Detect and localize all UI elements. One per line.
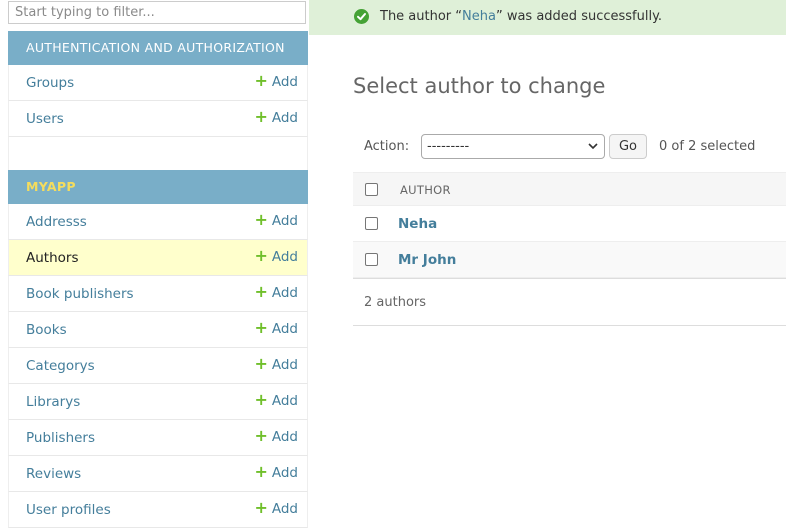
add-user-profiles-link[interactable]: + Add <box>254 498 298 518</box>
plus-icon: + <box>254 390 268 409</box>
add-librarys-link[interactable]: + Add <box>254 390 298 410</box>
selected-count: 0 of 2 selected <box>659 139 756 154</box>
section-title: AUTHENTICATION AND AUTHORIZATION <box>26 40 285 55</box>
add-books-link[interactable]: + Add <box>254 318 298 338</box>
sidebar-item-books: Books + Add <box>8 312 308 348</box>
sidebar-item-label[interactable]: Librarys <box>26 394 80 410</box>
sidebar-item-user-profiles: User profiles + Add <box>8 492 308 528</box>
add-publishers-link[interactable]: + Add <box>254 426 298 446</box>
sidebar-item-authors: Authors + Add <box>8 240 308 276</box>
sidebar-spacer <box>8 137 308 170</box>
sidebar-item-label[interactable]: Publishers <box>26 430 95 446</box>
table-row: Mr John <box>353 242 786 278</box>
sidebar-item-publishers: Publishers + Add <box>8 420 308 456</box>
sidebar-item-label[interactable]: Groups <box>26 75 74 91</box>
result-count: 2 authors <box>364 295 427 310</box>
sidebar-item-reviews: Reviews + Add <box>8 456 308 492</box>
add-categorys-link[interactable]: + Add <box>254 354 298 374</box>
add-reviews-link[interactable]: + Add <box>254 462 298 482</box>
section-header-auth[interactable]: AUTHENTICATION AND AUTHORIZATION <box>8 31 308 65</box>
sidebar-item-addresss: Addresss + Add <box>8 204 308 240</box>
sidebar-item-label[interactable]: Book publishers <box>26 286 134 302</box>
nav-sidebar: AUTHENTICATION AND AUTHORIZATION Groups … <box>0 0 309 529</box>
sidebar-item-label[interactable]: Reviews <box>26 466 81 482</box>
add-authors-link[interactable]: + Add <box>254 246 298 266</box>
action-select[interactable]: --------- <box>421 134 605 159</box>
go-button[interactable]: Go <box>609 134 647 159</box>
select-all-checkbox[interactable] <box>365 183 378 196</box>
add-book-publishers-link[interactable]: + Add <box>254 282 298 302</box>
sidebar-item-book-publishers: Book publishers + Add <box>8 276 308 312</box>
plus-icon: + <box>254 282 268 301</box>
plus-icon: + <box>254 318 268 337</box>
table-header: AUTHOR <box>353 172 786 206</box>
add-groups-link[interactable]: + Add <box>254 71 298 91</box>
sidebar-item-label[interactable]: Books <box>26 322 67 338</box>
table-row: Neha <box>353 206 786 242</box>
plus-icon: + <box>254 462 268 481</box>
nav-filter-input[interactable] <box>8 1 306 24</box>
sidebar-item-label[interactable]: Addresss <box>26 214 87 230</box>
plus-icon: + <box>254 246 268 265</box>
page-title: Select author to change <box>353 74 606 98</box>
action-label: Action: <box>364 139 410 154</box>
paginator-bar: 2 authors <box>353 278 786 326</box>
sidebar-item-librarys: Librarys + Add <box>8 384 308 420</box>
sidebar-item-categorys: Categorys + Add <box>8 348 308 384</box>
sidebar-item-users: Users + Add <box>8 101 308 137</box>
sidebar-item-label[interactable]: Categorys <box>26 358 95 374</box>
row-checkbox[interactable] <box>365 217 378 230</box>
plus-icon: + <box>254 498 268 517</box>
add-users-link[interactable]: + Add <box>254 107 298 127</box>
chevron-down-icon <box>587 140 599 156</box>
plus-icon: + <box>254 426 268 445</box>
plus-icon: + <box>254 107 268 126</box>
author-neha-link[interactable]: Neha <box>462 9 496 24</box>
section-title: MYAPP <box>26 179 76 194</box>
success-message: The author “Neha” was added successfully… <box>309 0 786 35</box>
row-checkbox[interactable] <box>365 253 378 266</box>
add-addresss-link[interactable]: + Add <box>254 210 298 230</box>
author-link[interactable]: Mr John <box>398 252 456 268</box>
message-text: The author “Neha” was added successfully… <box>380 9 663 24</box>
author-column-header[interactable]: AUTHOR <box>400 183 451 197</box>
sidebar-item-label[interactable]: User profiles <box>26 502 111 518</box>
plus-icon: + <box>254 354 268 373</box>
sidebar-item-label[interactable]: Users <box>26 111 64 127</box>
section-header-myapp[interactable]: MYAPP <box>8 170 308 204</box>
action-select-value: --------- <box>427 139 470 154</box>
plus-icon: + <box>254 71 268 90</box>
author-link[interactable]: Neha <box>398 216 437 232</box>
plus-icon: + <box>254 210 268 229</box>
sidebar-item-groups: Groups + Add <box>8 65 308 101</box>
check-circle-icon <box>354 9 369 24</box>
sidebar-item-label[interactable]: Authors <box>26 250 78 266</box>
